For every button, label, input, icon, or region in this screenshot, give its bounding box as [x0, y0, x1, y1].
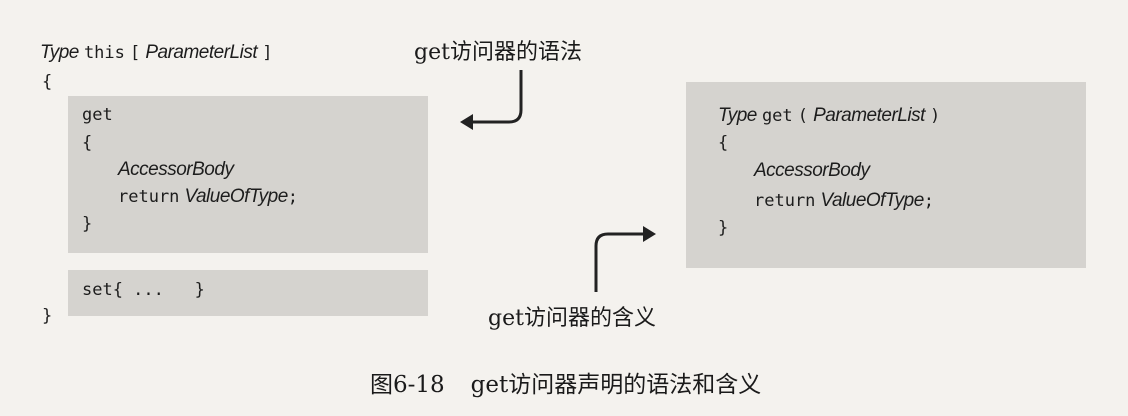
- figure-title: get访问器声明的语法和含义: [470, 372, 762, 398]
- syntax-arrow: [470, 70, 523, 124]
- meaning-arrow: [594, 232, 644, 292]
- figure-number: 图6-18: [370, 372, 445, 398]
- figure-caption: 图6-18 get访问器声明的语法和含义: [370, 365, 761, 399]
- syntax-arrow-head: [460, 114, 473, 130]
- meaning-arrow-head: [643, 226, 656, 242]
- arrows-layer: [460, 70, 656, 292]
